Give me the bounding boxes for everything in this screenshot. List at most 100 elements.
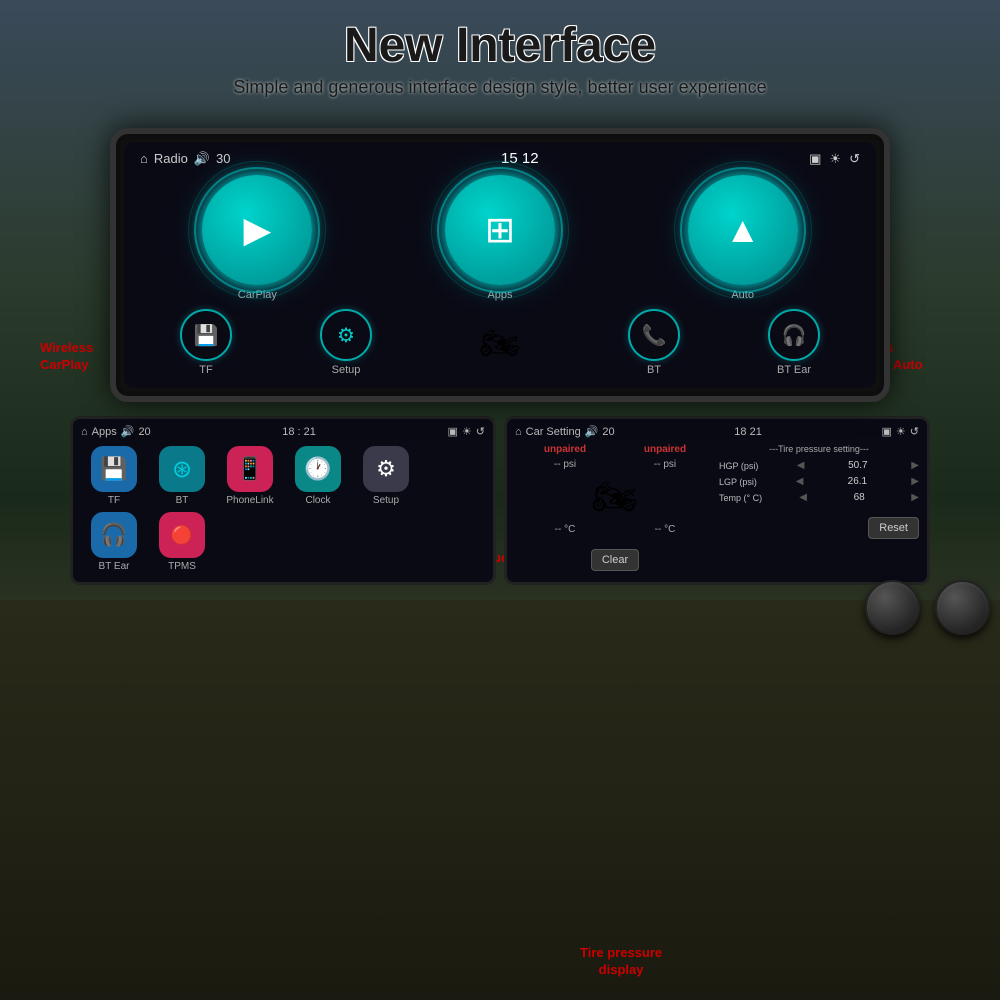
brightness-icon[interactable]: ☀: [829, 151, 841, 167]
motorcycle-icon: 🏍: [480, 324, 521, 362]
small-buttons-row: 💾 TF ⚙ Setup 🏍 📞 BT 🎧: [136, 309, 864, 376]
car-back-icon[interactable]: ↺: [910, 425, 919, 438]
app-bt-ear-icon[interactable]: 🎧: [91, 512, 137, 558]
tpms-left-panel: unpaired unpaired -- psi -- psi 🏍 -- °C …: [515, 444, 715, 571]
hgp-decrease[interactable]: ◀: [797, 460, 805, 471]
auto-button[interactable]: ▲ Auto: [688, 175, 798, 301]
car-sd-icon: ▣: [881, 425, 891, 438]
car-bright-icon[interactable]: ☀: [896, 425, 906, 438]
rear-tpms-status: unpaired: [644, 444, 686, 455]
bottom-panel: ⌂ Apps 🔊 20 18 : 21 ▣ ☀ ↺ 💾 TF: [50, 416, 950, 585]
app-phonelink-icon[interactable]: 📱: [227, 446, 273, 492]
clear-button[interactable]: Clear: [591, 549, 639, 571]
knobs-area: [865, 580, 990, 635]
lgp-decrease[interactable]: ◀: [796, 476, 804, 487]
app-tf[interactable]: 💾 TF: [83, 446, 145, 506]
app-clock-icon[interactable]: 🕐: [295, 446, 341, 492]
apps-button[interactable]: ⊞ Apps: [445, 175, 555, 301]
tpms-temp-values: -- °C -- °C: [515, 524, 715, 535]
volume-value: 30: [216, 151, 230, 166]
app-clock-label: Clock: [305, 495, 330, 506]
page-header: New Interface Simple and generous interf…: [0, 0, 1000, 98]
app-tpms-label: TPMS: [168, 561, 196, 572]
apps-back-icon[interactable]: ↺: [476, 425, 485, 438]
setup-circle[interactable]: ⚙: [320, 309, 372, 361]
car-label: Car Setting: [526, 426, 581, 438]
tpms-motorcycle-icon: 🏍: [592, 476, 638, 518]
lgp-label: LGP (psi): [719, 477, 757, 487]
moto-center-icon: 🏍: [460, 317, 540, 369]
app-phonelink[interactable]: 📱 PhoneLink: [219, 446, 281, 506]
bt-ear-button[interactable]: 🎧 BT Ear: [768, 309, 820, 376]
bt-ear-circle[interactable]: 🎧: [768, 309, 820, 361]
app-bt[interactable]: ⊛ BT: [151, 446, 213, 506]
apps-sd-icon: ▣: [447, 425, 457, 438]
app-clock[interactable]: 🕐 Clock: [287, 446, 349, 506]
apps-volume-icon: 🔊: [121, 425, 135, 438]
bt-button[interactable]: 📞 BT: [628, 309, 680, 376]
apps-circle[interactable]: ⊞: [445, 175, 555, 285]
carplay-button[interactable]: ▶ CarPlay: [202, 175, 312, 301]
app-setup-icon[interactable]: ⚙: [363, 446, 409, 492]
bt-ear-label: BT Ear: [777, 364, 811, 376]
lgp-row: LGP (psi) ◀ 26.1 ▶: [719, 476, 919, 487]
apps-volume-val: 20: [138, 426, 150, 438]
carplay-icon: ▶: [243, 209, 271, 251]
apps-icon: ⊞: [485, 209, 515, 251]
car-home-icon[interactable]: ⌂: [515, 426, 522, 438]
hgp-value: 50.7: [843, 460, 873, 471]
auto-circle[interactable]: ▲: [688, 175, 798, 285]
back-icon[interactable]: ↺: [849, 151, 860, 167]
app-bt-icon[interactable]: ⊛: [159, 446, 205, 492]
hgp-increase[interactable]: ▶: [911, 460, 919, 471]
reset-button[interactable]: Reset: [868, 517, 919, 539]
carplay-circle[interactable]: ▶: [202, 175, 312, 285]
temp-decrease[interactable]: ◀: [799, 492, 807, 503]
app-bt-ear[interactable]: 🎧 BT Ear: [83, 512, 145, 572]
rear-psi: -- psi: [654, 459, 676, 470]
app-tpms[interactable]: 🔴 TPMS: [151, 512, 213, 572]
home-icon[interactable]: ⌂: [140, 151, 148, 166]
app-setup[interactable]: ⚙ Setup: [355, 446, 417, 506]
knob-right[interactable]: [935, 580, 990, 635]
rear-temp: -- °C: [655, 524, 676, 535]
lgp-value: 26.1: [842, 476, 872, 487]
knob-left[interactable]: [865, 580, 920, 635]
page-subtitle: Simple and generous interface design sty…: [0, 77, 1000, 98]
setup-button[interactable]: ⚙ Setup: [320, 309, 372, 376]
car-setting-content: unpaired unpaired -- psi -- psi 🏍 -- °C …: [515, 444, 919, 571]
bt-circle[interactable]: 📞: [628, 309, 680, 361]
temp-label: Temp (° C): [719, 493, 762, 503]
apps-home-icon[interactable]: ⌂: [81, 426, 88, 438]
car-time: 18 21: [734, 426, 762, 438]
bt-label: BT: [647, 364, 661, 376]
tf-button[interactable]: 💾 TF: [180, 309, 232, 376]
car-setting-top-bar: ⌂ Car Setting 🔊 20 18 21 ▣ ☀ ↺: [515, 425, 919, 438]
auto-icon: ▲: [725, 209, 761, 251]
app-setup-label: Setup: [373, 495, 399, 506]
apps-time: 18 : 21: [282, 426, 316, 438]
app-phonelink-label: PhoneLink: [226, 495, 273, 506]
tf-circle[interactable]: 💾: [180, 309, 232, 361]
app-bt-label: BT: [176, 495, 189, 506]
temp-value: 68: [844, 492, 874, 503]
apps-grid: 💾 TF ⊛ BT 📱 PhoneLink 🕐 Clock: [81, 444, 485, 574]
app-tf-label: TF: [108, 495, 120, 506]
car-setting-sub-screen: ⌂ Car Setting 🔊 20 18 21 ▣ ☀ ↺: [504, 416, 930, 585]
temp-increase[interactable]: ▶: [911, 492, 919, 503]
apps-top-bar: ⌂ Apps 🔊 20 18 : 21 ▣ ☀ ↺: [81, 425, 485, 438]
main-device-screen: ⌂ Radio 🔊 30 15 12 ▣ ☀ ↺: [110, 128, 890, 402]
front-tpms-status: unpaired: [544, 444, 586, 455]
apps-screen-label: Apps: [92, 426, 117, 438]
radio-label: Radio: [154, 151, 188, 166]
volume-icon: 🔊: [194, 151, 210, 167]
annotation-tire: Tire pressuredisplay: [580, 945, 662, 979]
lgp-increase[interactable]: ▶: [911, 476, 919, 487]
apps-bright-icon[interactable]: ☀: [462, 425, 472, 438]
tf-label: TF: [199, 364, 212, 376]
car-volume-icon: 🔊: [585, 425, 599, 438]
apps-sub-screen: ⌂ Apps 🔊 20 18 : 21 ▣ ☀ ↺ 💾 TF: [70, 416, 496, 585]
sd-icon: ▣: [809, 151, 821, 167]
app-tpms-icon[interactable]: 🔴: [159, 512, 205, 558]
app-tf-icon[interactable]: 💾: [91, 446, 137, 492]
